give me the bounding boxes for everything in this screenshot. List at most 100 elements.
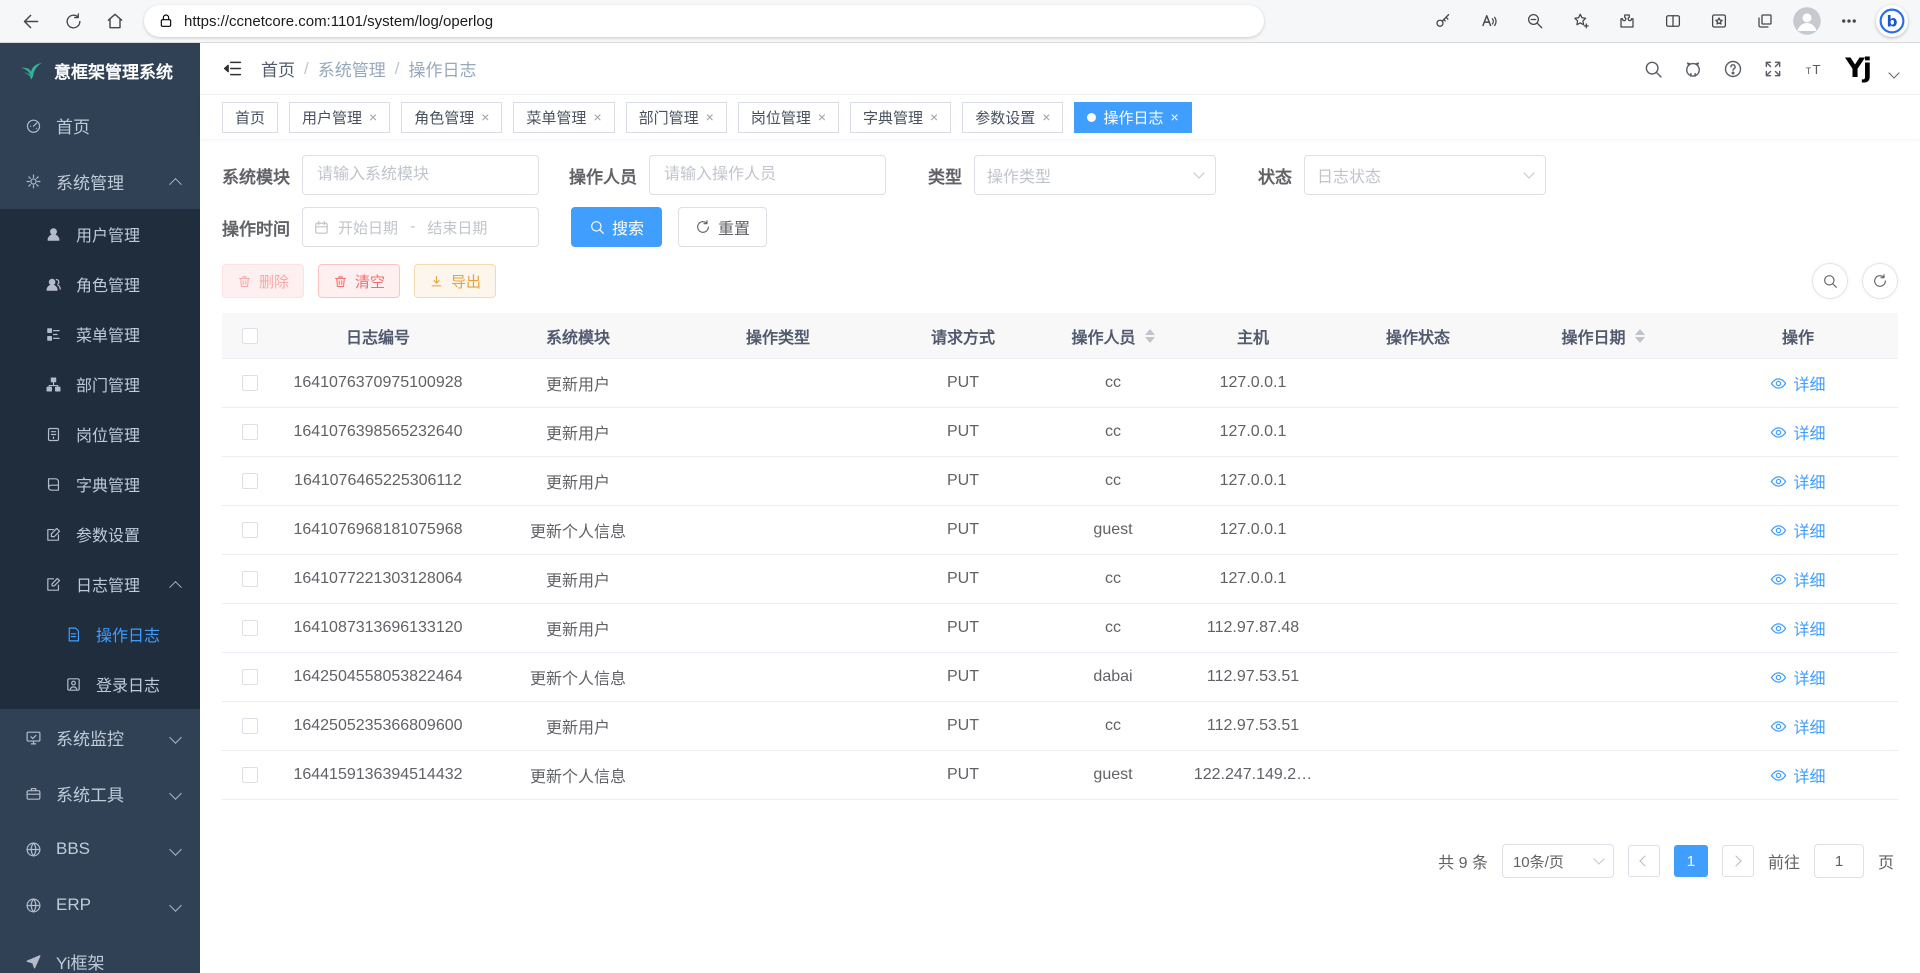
bing-chat-icon[interactable]: b — [1876, 5, 1908, 37]
show-search-button[interactable] — [1812, 263, 1848, 299]
refresh-table-button[interactable] — [1862, 263, 1898, 299]
collections-icon[interactable] — [1746, 4, 1784, 38]
close-icon[interactable]: × — [369, 110, 377, 124]
close-icon[interactable]: × — [706, 110, 714, 124]
add-favorite-icon[interactable] — [1562, 4, 1600, 38]
row-checkbox[interactable] — [242, 620, 258, 636]
cell-value: 112.97.53.51 — [1207, 668, 1299, 686]
sidebar-item-dict-mgmt[interactable]: 字典管理 — [0, 459, 200, 509]
row-checkbox[interactable] — [242, 473, 258, 489]
sidebar-item-menu-mgmt[interactable]: 菜单管理 — [0, 309, 200, 359]
menu-fold-icon[interactable] — [222, 58, 243, 79]
browser-profile-avatar[interactable] — [1792, 6, 1822, 36]
chevron-down-icon[interactable] — [1888, 67, 1899, 78]
home-icon[interactable] — [96, 4, 134, 38]
row-checkbox[interactable] — [242, 522, 258, 538]
delete-button[interactable]: 删除 — [222, 264, 304, 298]
browser-menu-icon[interactable] — [1830, 4, 1868, 38]
sidebar-item-role-mgmt[interactable]: 角色管理 — [0, 259, 200, 309]
row-checkbox[interactable] — [242, 571, 258, 587]
module-input[interactable] — [302, 155, 539, 195]
reset-button[interactable]: 重置 — [678, 207, 767, 247]
user-logo[interactable]: Yj — [1845, 53, 1870, 84]
row-checkbox[interactable] — [242, 669, 258, 685]
tag-tab-操作日志[interactable]: 操作日志× — [1074, 102, 1191, 133]
sidebar-item-system-mgmt[interactable]: 系统管理 — [0, 153, 200, 209]
sidebar-item-sys-monitor[interactable]: 系统监控 — [0, 709, 200, 765]
app-logo[interactable]: 意框架管理系统 — [0, 43, 200, 97]
fullscreen-icon[interactable] — [1763, 59, 1783, 79]
sort-carets-icon[interactable] — [1145, 329, 1155, 343]
close-icon[interactable]: × — [481, 110, 489, 124]
export-button[interactable]: 导出 — [414, 264, 496, 298]
close-icon[interactable]: × — [818, 110, 826, 124]
tag-tab-用户管理[interactable]: 用户管理× — [289, 102, 390, 133]
row-checkbox[interactable] — [242, 718, 258, 734]
detail-link[interactable]: 详细 — [1770, 371, 1825, 395]
tag-tab-字典管理[interactable]: 字典管理× — [850, 102, 951, 133]
back-icon[interactable] — [12, 4, 50, 38]
status-select[interactable]: 日志状态 — [1304, 155, 1546, 195]
sidebar-item-yi-framework[interactable]: Yi框架 — [0, 933, 200, 973]
zoom-out-icon[interactable] — [1516, 4, 1554, 38]
tag-tab-部门管理[interactable]: 部门管理× — [626, 102, 727, 133]
tag-tab-参数设置[interactable]: 参数设置× — [962, 102, 1063, 133]
sidebar-item-sys-tools[interactable]: 系统工具 — [0, 765, 200, 821]
detail-link[interactable]: 详细 — [1770, 469, 1825, 493]
close-icon[interactable]: × — [1170, 110, 1178, 124]
font-size-icon[interactable]: TT — [1803, 59, 1825, 79]
sidebar-item-oper-log[interactable]: 操作日志 — [0, 609, 200, 659]
detail-link[interactable]: 详细 — [1770, 567, 1825, 591]
tag-tab-角色管理[interactable]: 角色管理× — [401, 102, 502, 133]
next-page-button[interactable] — [1722, 845, 1754, 877]
goto-page-input[interactable] — [1814, 844, 1864, 878]
tag-tab-菜单管理[interactable]: 菜单管理× — [513, 102, 614, 133]
row-checkbox[interactable] — [242, 767, 258, 783]
page-size-select[interactable]: 10条/页 — [1502, 844, 1614, 878]
sidebar-item-erp[interactable]: ERP — [0, 877, 200, 933]
current-page[interactable]: 1 — [1674, 845, 1708, 877]
select-all-checkbox[interactable] — [242, 328, 258, 344]
refresh-icon[interactable] — [54, 4, 92, 38]
split-screen-icon[interactable] — [1654, 4, 1692, 38]
detail-link[interactable]: 详细 — [1770, 616, 1825, 640]
sort-carets-icon[interactable] — [1635, 329, 1645, 343]
detail-link[interactable]: 详细 — [1770, 763, 1825, 787]
address-bar[interactable]: https://ccnetcore.com:1101/system/log/op… — [144, 5, 1264, 37]
breadcrumb-item[interactable]: 首页 — [261, 56, 295, 81]
date-range-input[interactable]: 开始日期 - 结束日期 — [302, 207, 539, 247]
type-select[interactable]: 操作类型 — [974, 155, 1216, 195]
detail-link[interactable]: 详细 — [1770, 665, 1825, 689]
search-icon[interactable] — [1643, 59, 1663, 79]
detail-link[interactable]: 详细 — [1770, 420, 1825, 444]
sidebar-item-log-mgmt[interactable]: 日志管理 — [0, 559, 200, 609]
sidebar-item-bbs[interactable]: BBS — [0, 821, 200, 877]
refresh-icon — [1872, 273, 1888, 289]
cell-operator: cc — [1048, 374, 1178, 392]
sidebar-item-post-mgmt[interactable]: 岗位管理 — [0, 409, 200, 459]
sidebar-item-login-log[interactable]: 登录日志 — [0, 659, 200, 709]
favorites-bar-icon[interactable] — [1700, 4, 1738, 38]
sidebar-item-user-mgmt[interactable]: 用户管理 — [0, 209, 200, 259]
tag-tab-岗位管理[interactable]: 岗位管理× — [738, 102, 839, 133]
operator-input[interactable] — [649, 155, 886, 195]
row-checkbox[interactable] — [242, 375, 258, 391]
row-checkbox[interactable] — [242, 424, 258, 440]
detail-link[interactable]: 详细 — [1770, 518, 1825, 542]
close-icon[interactable]: × — [930, 110, 938, 124]
sidebar-item-dept-mgmt[interactable]: 部门管理 — [0, 359, 200, 409]
close-icon[interactable]: × — [593, 110, 601, 124]
tag-tab-首页[interactable]: 首页 — [222, 102, 278, 133]
detail-link[interactable]: 详细 — [1770, 714, 1825, 738]
prev-page-button[interactable] — [1628, 845, 1660, 877]
sidebar-item-home[interactable]: 首页 — [0, 97, 200, 153]
close-icon[interactable]: × — [1042, 110, 1050, 124]
read-aloud-icon[interactable] — [1470, 4, 1508, 38]
search-button[interactable]: 搜索 — [571, 207, 662, 247]
password-key-icon[interactable] — [1424, 4, 1462, 38]
help-icon[interactable] — [1723, 59, 1743, 79]
extensions-icon[interactable] — [1608, 4, 1646, 38]
github-icon[interactable] — [1683, 59, 1703, 79]
clear-button[interactable]: 清空 — [318, 264, 400, 298]
sidebar-item-param-settings[interactable]: 参数设置 — [0, 509, 200, 559]
